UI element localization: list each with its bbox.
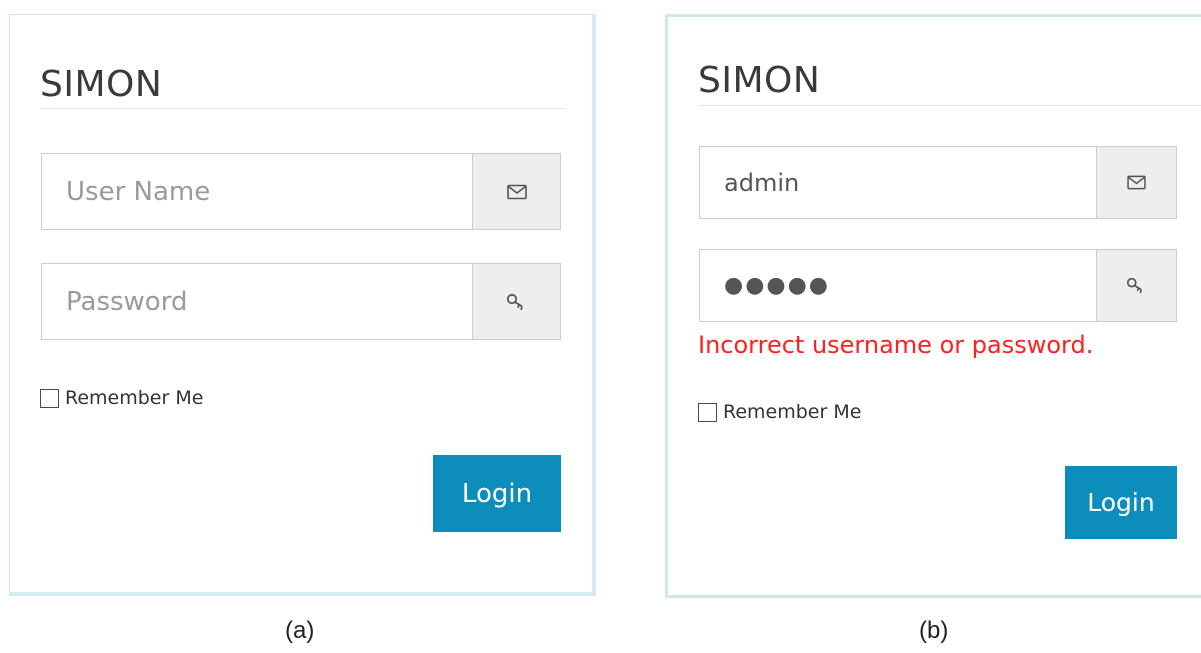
remember-label: Remember Me [723, 401, 862, 423]
password-group: ●●●●● [699, 249, 1177, 322]
app-title: SIMON [40, 64, 163, 105]
password-addon [1096, 250, 1176, 321]
password-addon [472, 264, 560, 339]
error-message: Incorrect username or password. [698, 331, 1094, 359]
remember-checkbox[interactable] [698, 402, 717, 422]
remember-label: Remember Me [65, 387, 204, 409]
envelope-icon [506, 184, 527, 199]
password-group [41, 263, 561, 340]
password-input[interactable] [42, 264, 472, 339]
remember-me[interactable]: Remember Me [698, 401, 861, 423]
remember-checkbox[interactable] [40, 388, 59, 408]
envelope-icon [1127, 175, 1146, 190]
key-icon [1126, 277, 1142, 294]
login-button[interactable]: Login [433, 455, 561, 532]
username-addon [1096, 147, 1176, 218]
login-panel-b: SIMON ●●●●● Incorrect username or passwo… [665, 14, 1201, 598]
title-divider [698, 105, 1201, 106]
username-addon [472, 154, 560, 229]
title-divider [40, 108, 564, 109]
app-title: SIMON [698, 60, 821, 101]
remember-me[interactable]: Remember Me [40, 387, 203, 409]
caption-b: (b) [919, 617, 949, 644]
username-input[interactable] [42, 154, 472, 229]
login-button[interactable]: Login [1065, 466, 1177, 539]
username-input[interactable] [700, 147, 1096, 218]
username-group [41, 153, 561, 230]
password-input[interactable]: ●●●●● [700, 250, 1096, 321]
login-panel-a: SIMON Remember Me Login [9, 14, 596, 596]
username-group [699, 146, 1177, 219]
caption-a: (a) [285, 617, 315, 644]
key-icon [506, 293, 523, 310]
